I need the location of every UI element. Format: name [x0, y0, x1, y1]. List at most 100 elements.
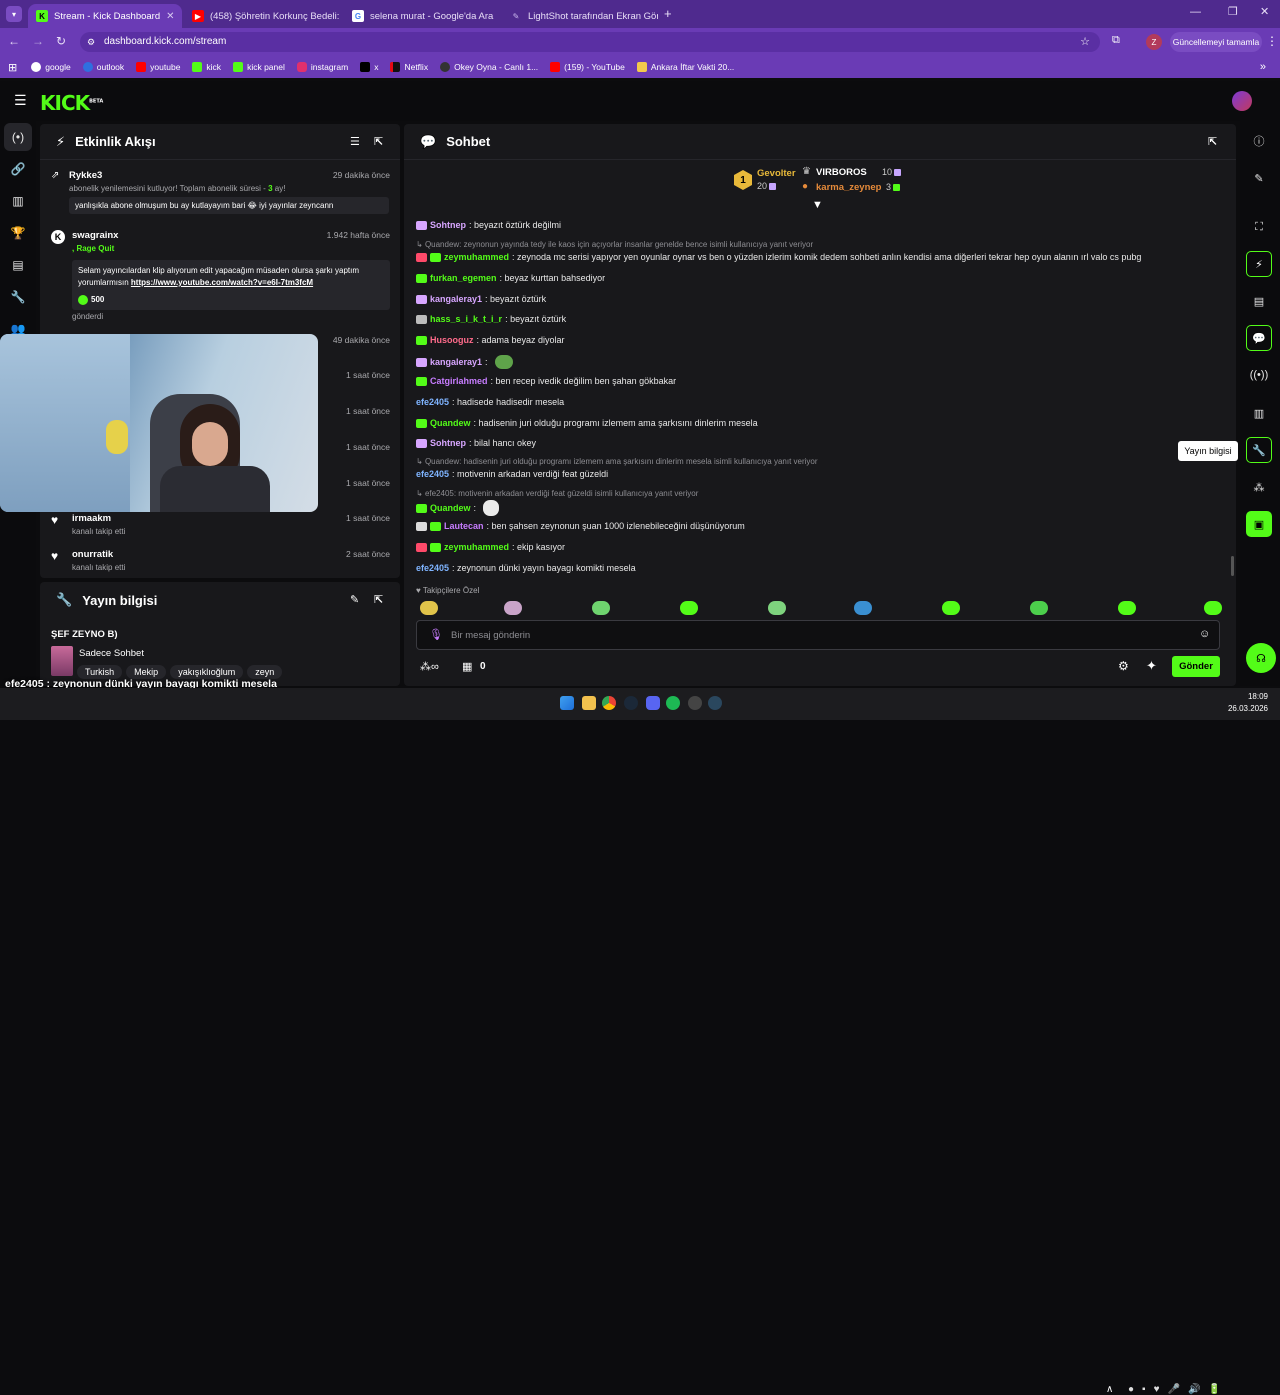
popout-icon[interactable]: ⇱ — [1208, 135, 1217, 148]
close-tab-icon[interactable]: ✕ — [166, 11, 174, 22]
stream-info-toggle-icon[interactable]: 🔧 — [1246, 437, 1272, 463]
emote-icon[interactable] — [420, 601, 438, 615]
event-username[interactable]: onurratik — [72, 549, 113, 560]
reload-icon[interactable]: ↻ — [56, 34, 66, 48]
support-headset-icon[interactable]: ☊ — [1246, 643, 1276, 673]
event-username[interactable]: irmaakm — [72, 513, 111, 524]
site-info-icon[interactable]: ⚙ — [87, 32, 95, 52]
emote-icon[interactable] — [504, 601, 522, 615]
url-field[interactable]: ⚙ dashboard.kick.com/stream ☆ — [80, 32, 1100, 52]
chat-username[interactable]: kangaleray1 — [430, 294, 482, 304]
webcam-preview[interactable] — [0, 334, 318, 512]
tag-chip[interactable]: zeyn — [247, 665, 283, 679]
microphone-icon[interactable]: 🎙 — [429, 628, 443, 641]
emote-icon[interactable] — [592, 601, 610, 615]
forward-icon[interactable]: → — [32, 34, 44, 48]
extensions-icon[interactable]: ⧉ — [1112, 34, 1120, 47]
analytics-nav-icon[interactable]: ▥ — [4, 187, 32, 215]
chat-username[interactable]: kangaleray1 — [430, 357, 482, 367]
tab-google[interactable]: G selena murat - Google'da Ara ✕ — [344, 4, 500, 28]
discord-icon[interactable] — [646, 696, 660, 710]
file-explorer-icon[interactable] — [582, 696, 596, 710]
clock-date[interactable]: 26.03.2026 — [1224, 704, 1268, 713]
leaderboard-second-name[interactable]: VIRBOROS — [816, 167, 867, 178]
tab-kick-dashboard[interactable]: K Stream - Kick Dashboard ✕ — [28, 4, 182, 28]
bookmark-x[interactable]: x — [360, 62, 378, 72]
emote-icon[interactable] — [1030, 601, 1048, 615]
chat-input[interactable]: 🎙 Bir mesaj gönderin ☺ — [416, 620, 1220, 650]
profile-avatar[interactable]: Z — [1146, 34, 1162, 50]
tray-icons[interactable]: ●▪♥🎤🔊🔋 — [1128, 1384, 1229, 1395]
emote-menu-icon[interactable]: ✦ — [1146, 658, 1157, 674]
chat-username[interactable]: Sohtnep — [430, 220, 466, 230]
windows-start-icon[interactable] — [560, 696, 574, 710]
chat-username[interactable]: efe2405 — [416, 563, 449, 573]
chat-scrollbar[interactable] — [1231, 556, 1234, 576]
channel-points-icon[interactable]: ⁂∞ — [420, 660, 439, 673]
expand-leaderboard-icon[interactable]: ▼ — [812, 199, 823, 211]
bookmark-outlook[interactable]: outlook — [82, 62, 124, 72]
bookmark-star-icon[interactable]: ☆ — [1080, 32, 1090, 52]
chat-username[interactable]: zeymuhammed — [444, 542, 509, 552]
leaderboard-third-name[interactable]: karma_zeynep — [816, 182, 881, 193]
bookmarks-overflow-icon[interactable]: » — [1260, 61, 1266, 73]
minimize-icon[interactable]: — — [1190, 6, 1201, 18]
filter-icon[interactable]: ☰ — [350, 135, 360, 148]
bookmark-google[interactable]: google — [31, 62, 71, 72]
event-link[interactable]: https://www.youtube.com/watch?v=e6I-7tm3… — [131, 278, 313, 287]
emote-icon[interactable] — [1118, 601, 1136, 615]
kick-logo[interactable]: KICKBETA — [40, 91, 103, 115]
steam-icon[interactable] — [624, 696, 638, 710]
emoji-picker-icon[interactable]: ☺ — [1199, 628, 1210, 640]
maximize-icon[interactable]: ❐ — [1228, 5, 1238, 18]
community-icon[interactable]: ⁂ — [1246, 474, 1272, 500]
bookmark-youtube-159[interactable]: (159) - YouTube — [550, 62, 625, 72]
tag-chip[interactable]: yakışıklıoğlum — [170, 665, 244, 679]
chat-username[interactable]: Catgirlahmed — [430, 376, 488, 386]
activity-toggle-icon[interactable]: ⚡ — [1246, 251, 1272, 277]
update-button[interactable]: Güncellemeyi tamamla — [1170, 32, 1262, 52]
popout-icon[interactable]: ⇱ — [374, 135, 383, 148]
chat-username[interactable]: Husooguz — [430, 335, 474, 345]
category-name[interactable]: Sadece Sohbet — [79, 648, 144, 659]
links-nav-icon[interactable]: 🔗 — [4, 155, 32, 183]
send-button[interactable]: Gönder — [1172, 656, 1220, 677]
chat-settings-icon[interactable]: ⚙ — [1118, 659, 1129, 673]
tag-chip[interactable]: Mekip — [126, 665, 167, 679]
edit-pencil-icon[interactable]: ✎ — [350, 593, 359, 606]
edit-layout-icon[interactable]: ✎ — [1246, 165, 1272, 191]
app-tile-icon[interactable]: ▣ — [1246, 511, 1272, 537]
chat-username[interactable]: Quandew — [430, 503, 471, 513]
tools-nav-icon[interactable]: 🔧 — [4, 283, 32, 311]
notes-icon[interactable]: ▤ — [1246, 288, 1272, 314]
user-avatar[interactable] — [1232, 91, 1252, 111]
bookmark-youtube[interactable]: youtube — [136, 62, 180, 72]
chat-username[interactable]: Lautecan — [444, 521, 484, 531]
event-username[interactable]: Rykke3 — [69, 170, 102, 181]
store-icon[interactable]: ▦ — [462, 660, 472, 673]
tray-chevron-icon[interactable]: ∧ — [1106, 1384, 1113, 1395]
steam-icon[interactable] — [708, 696, 722, 710]
chat-username[interactable]: furkan_egemen — [430, 273, 497, 283]
broadcast-icon[interactable]: ((•)) — [1246, 362, 1272, 388]
bookmark-kick[interactable]: kick — [192, 62, 221, 72]
chat-username[interactable]: zeymuhammed — [444, 252, 509, 262]
emote-icon[interactable] — [1204, 601, 1222, 615]
chat-username[interactable]: efe2405 — [416, 469, 449, 479]
close-tab-icon[interactable]: ✕ — [499, 11, 500, 22]
leaderboard-first-name[interactable]: Gevolter — [757, 168, 796, 179]
tab-search-button[interactable]: ▾ — [6, 6, 22, 22]
spotify-icon[interactable] — [666, 696, 680, 710]
clock-time[interactable]: 18:09 — [1236, 692, 1268, 701]
bookmark-kick-panel[interactable]: kick panel — [233, 62, 285, 72]
tab-lightshot[interactable]: ✎ LightShot tarafından Ekran Gör ✕ — [502, 4, 658, 28]
emote-icon[interactable] — [680, 601, 698, 615]
hamburger-menu-icon[interactable]: ☰ — [14, 92, 27, 109]
tag-chip[interactable]: Turkish — [77, 665, 123, 679]
screenshot-icon[interactable]: ⛶ — [1246, 214, 1272, 240]
close-window-icon[interactable]: ✕ — [1260, 5, 1269, 18]
chat-toggle-icon[interactable]: 💬 — [1246, 325, 1272, 351]
mod-actions-icon[interactable]: ▥ — [1246, 400, 1272, 426]
popout-icon[interactable]: ⇱ — [374, 593, 383, 606]
emote-icon[interactable] — [854, 601, 872, 615]
